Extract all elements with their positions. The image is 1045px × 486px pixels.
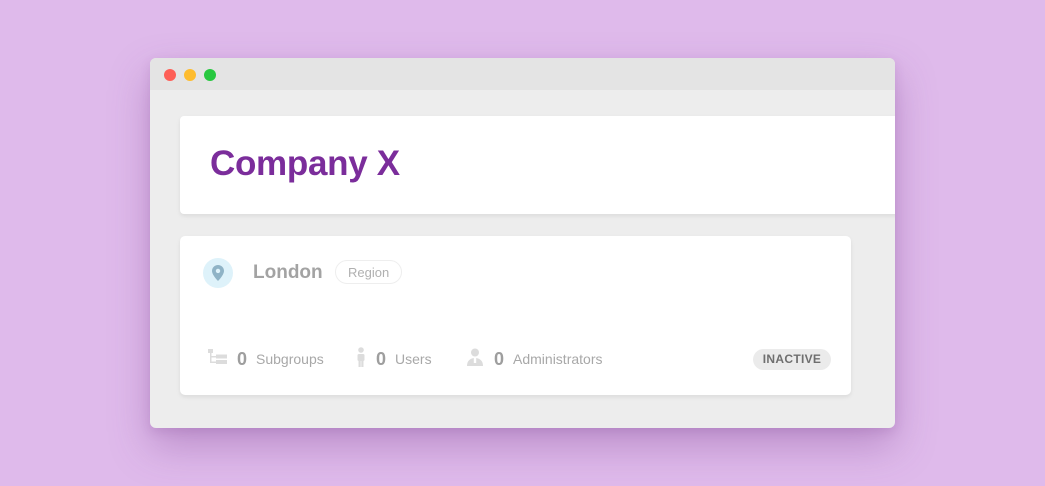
person-icon: [356, 346, 366, 372]
status-badge: INACTIVE: [753, 349, 831, 370]
administrators-count: 0: [494, 348, 505, 369]
group-type-tag: Region: [335, 260, 403, 284]
group-name[interactable]: London: [253, 262, 323, 284]
subgroups-count: 0: [237, 348, 248, 369]
maximize-window-button[interactable]: [204, 69, 216, 81]
users-stat: 0 Users: [356, 346, 432, 372]
hierarchy-icon: [208, 348, 227, 370]
page-title: Company X: [210, 144, 400, 183]
subgroups-label: Subgroups: [256, 351, 324, 367]
subgroups-stat: 0 Subgroups: [208, 348, 324, 370]
location-pin-icon: [203, 258, 233, 288]
group-card[interactable]: London Region 0 Subgroups 0 Users 0 Admi…: [180, 236, 851, 395]
app-window: Company X London Region 0 Subgroups 0 Us…: [150, 58, 895, 428]
admin-user-icon: [466, 348, 484, 371]
users-label: Users: [395, 351, 432, 367]
users-count: 0: [376, 348, 387, 369]
close-window-button[interactable]: [164, 69, 176, 81]
window-titlebar: [150, 58, 895, 90]
administrators-stat: 0 Administrators: [466, 348, 602, 370]
minimize-window-button[interactable]: [184, 69, 196, 81]
administrators-label: Administrators: [513, 351, 603, 367]
page-header: Company X: [180, 116, 895, 214]
